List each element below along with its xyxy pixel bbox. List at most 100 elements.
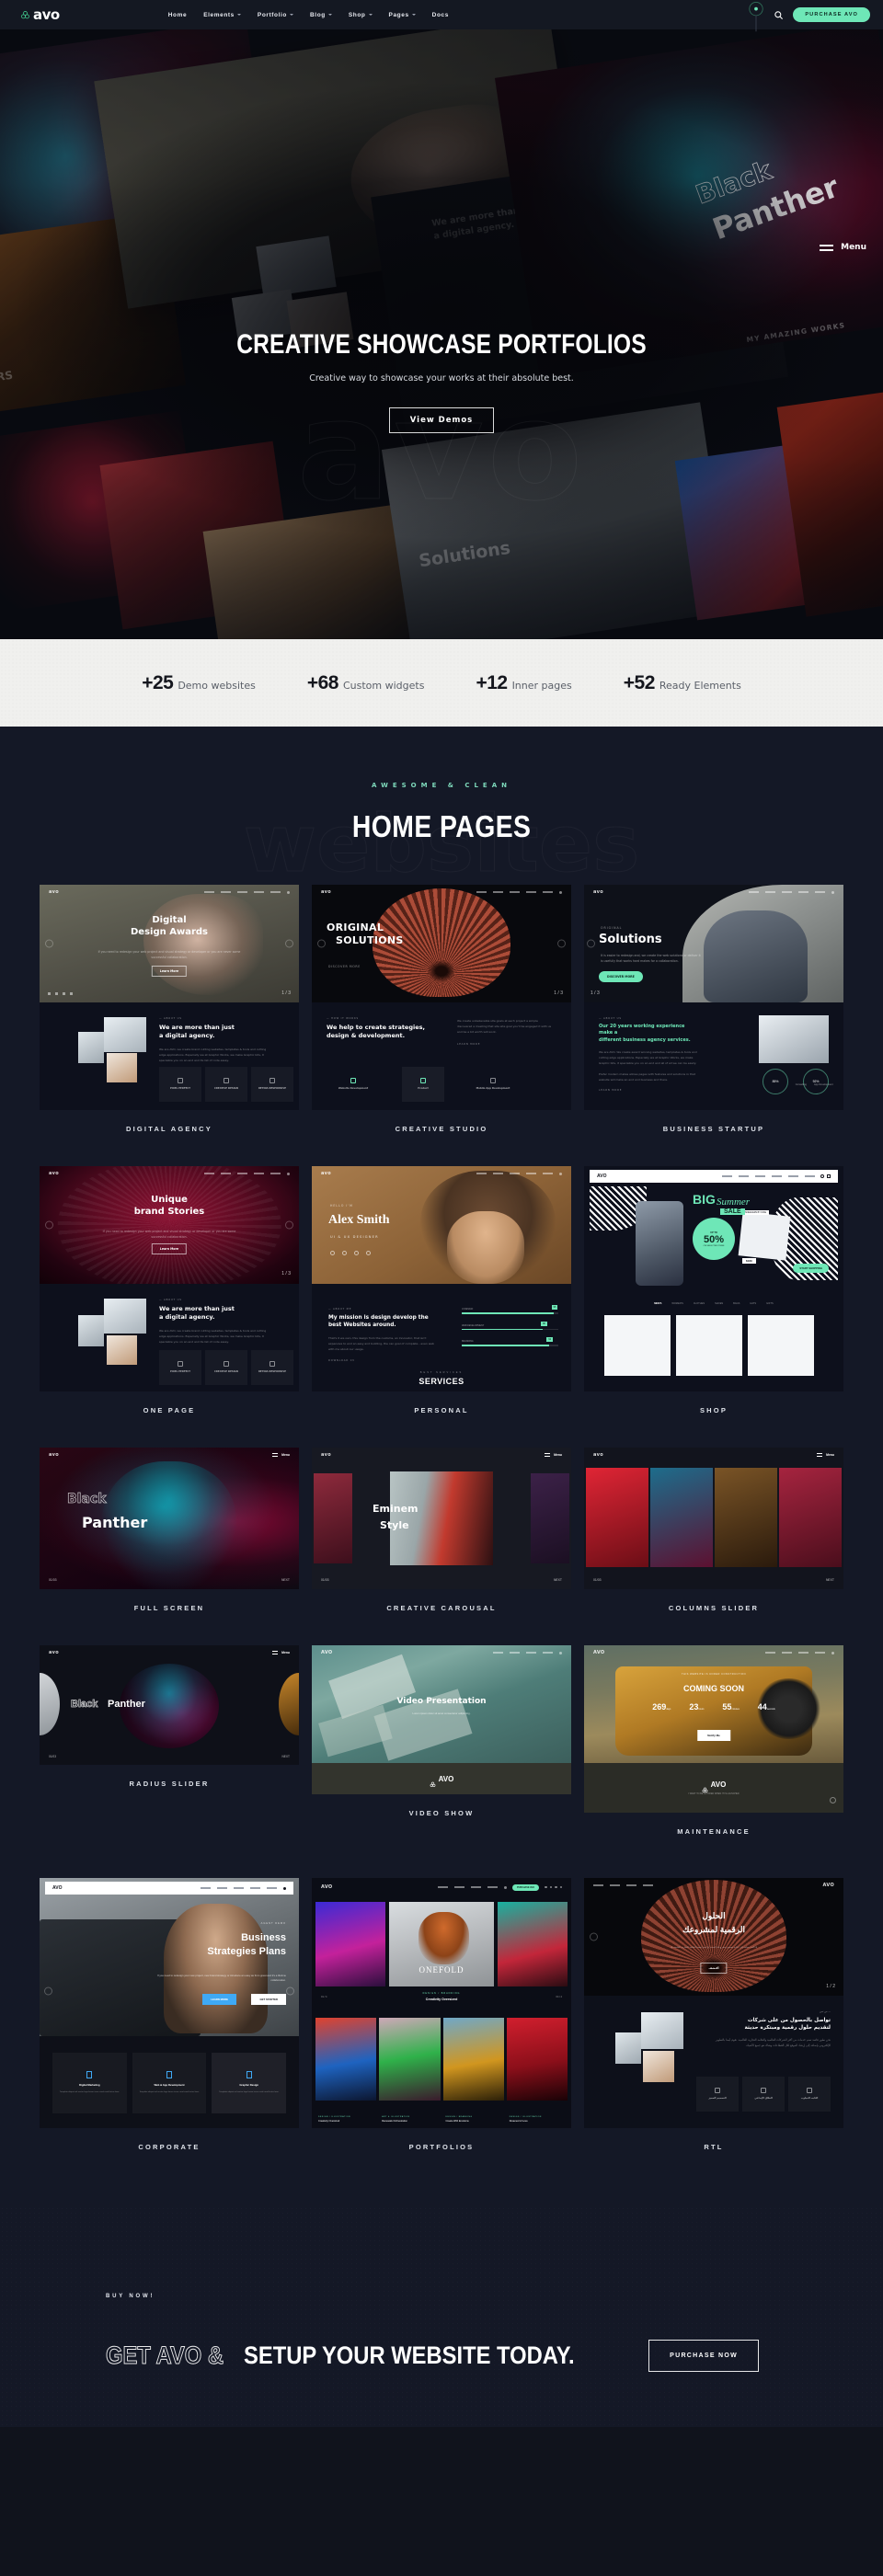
hamburger-icon[interactable]: [272, 1453, 279, 1457]
hero-menu-toggle[interactable]: Menu: [820, 243, 866, 252]
demo-card-personal[interactable]: avo HELLO I'M Alex Smith UI & UX DESIGNE…: [312, 1166, 571, 1414]
category-tab[interactable]: MEN'S: [654, 1302, 661, 1305]
search-icon[interactable]: [774, 10, 784, 20]
category-tab[interactable]: WOMEN'S: [671, 1302, 682, 1305]
demo-thumbnail[interactable]: AVO Video Presentation Lorem ipsum dolor…: [312, 1645, 571, 1794]
mini-purchase-button[interactable]: PURCHASE AVO: [512, 1883, 539, 1891]
category-tab[interactable]: BAGS: [733, 1302, 740, 1305]
slider-column[interactable]: [779, 1468, 842, 1567]
demo-thumbnail[interactable]: avo Menu 01/03 NEXT: [584, 1448, 843, 1589]
portfolio-item[interactable]: [442, 2018, 504, 2101]
slide-prev-preview[interactable]: [40, 1673, 60, 1735]
category-tab[interactable]: SHOES: [715, 1302, 723, 1305]
slider-prev-arrow[interactable]: [45, 1220, 53, 1230]
demo-social-icons[interactable]: [330, 1251, 371, 1255]
demo-card-columns-slider[interactable]: avo Menu 01/03 NEXT COLUMNS SLIDER: [584, 1448, 843, 1612]
notify-me-button[interactable]: Notify Me: [697, 1730, 730, 1741]
slider-next-arrow[interactable]: [285, 1220, 293, 1230]
portfolio-carousel[interactable]: ONEFOLD: [315, 1902, 568, 1986]
demo-about-link[interactable]: LEARN MORE: [599, 1089, 700, 1092]
portfolio-slide-active[interactable]: ONEFOLD: [389, 1902, 494, 1986]
demo-thumbnail[interactable]: avo Unique brand Stories If you need to …: [40, 1166, 299, 1391]
slider-prev-arrow[interactable]: [317, 939, 326, 948]
portfolio-item[interactable]: [379, 2018, 441, 2101]
slider-next-label[interactable]: NEXT: [281, 1578, 290, 1582]
slide-next-preview[interactable]: [279, 1673, 299, 1735]
category-tab[interactable]: CLOTHES: [694, 1302, 705, 1305]
slider-next-label[interactable]: NEXT: [826, 1578, 834, 1582]
demo-card-business-startup[interactable]: avo ORIGINAL Solutions It is easier to r…: [584, 885, 843, 1133]
carousel-side-slide[interactable]: [314, 1473, 352, 1563]
slider-prev-arrow[interactable]: [587, 939, 595, 948]
nav-item-shop[interactable]: Shop: [349, 12, 373, 18]
nav-item-blog[interactable]: Blog: [310, 12, 332, 18]
search-icon[interactable]: [820, 1174, 824, 1178]
slider-column[interactable]: [715, 1468, 777, 1567]
slider-prev-arrow[interactable]: [44, 1986, 52, 1996]
slider-next-arrow[interactable]: [557, 939, 566, 948]
carousel-active-slide[interactable]: [390, 1471, 493, 1565]
product-thumb[interactable]: [676, 1315, 742, 1376]
category-tab[interactable]: HATS: [750, 1302, 756, 1305]
demo-thumbnail[interactable]: avo HELLO I'M Alex Smith UI & UX DESIGNE…: [312, 1166, 571, 1391]
demo-about-link[interactable]: LEARN MORE: [457, 1043, 554, 1046]
demo-hero-button[interactable]: Learn More: [151, 966, 188, 977]
demo-thumbnail[interactable]: AVO الحلول الرقمية لمشروعك إذا كنت بحاجة…: [584, 1878, 843, 2128]
hamburger-icon[interactable]: [545, 1453, 551, 1457]
purchase-avo-button[interactable]: PURCHASE AVO: [793, 7, 870, 22]
demo-thumbnail[interactable]: avo Menu Black Panther 01/03 NEXT: [40, 1645, 299, 1765]
scroll-indicator-icon[interactable]: [830, 1797, 836, 1803]
demo-thumbnail[interactable]: avo Digital Design Awards If you need to…: [40, 885, 299, 1110]
demo-card-digital-agency[interactable]: avo Digital Design Awards If you need to…: [40, 885, 299, 1133]
demo-card-one-page[interactable]: avo Unique brand Stories If you need to …: [40, 1166, 299, 1414]
demo-thumbnail[interactable]: avo ORIGINAL SOLUTIONS DISCOVER MORE 1 /…: [312, 885, 571, 1110]
demo-download-cv-link[interactable]: DOWNLOAD CV: [328, 1359, 434, 1362]
demo-thumbnail[interactable]: AVO THIS WEBSITE IS UNDER CONSTRUCTION C…: [584, 1645, 843, 1813]
nav-item-docs[interactable]: Docs: [432, 12, 449, 18]
demo-thumbnail[interactable]: avo Menu Eminem Style 01/03 NEXT: [312, 1448, 571, 1589]
demo-thumbnail[interactable]: avo Menu Black Panther 01/03 NEXT: [40, 1448, 299, 1589]
slider-column[interactable]: [586, 1468, 648, 1567]
portfolio-slide[interactable]: [315, 1902, 385, 1986]
slider-next-label[interactable]: NEXT: [554, 1578, 562, 1582]
hamburger-icon[interactable]: [817, 1453, 823, 1457]
product-thumb[interactable]: [748, 1315, 814, 1376]
demo-thumbnail[interactable]: avo ORIGINAL Solutions It is easier to r…: [584, 885, 843, 1110]
demo-thumbnail[interactable]: AVO AGENT DEMO Business Strategies Plans…: [40, 1878, 299, 2128]
demo-card-creative-carousal[interactable]: avo Menu Eminem Style 01/03 NEXT CREATIV…: [312, 1448, 571, 1612]
demo-card-creative-studio[interactable]: avo ORIGINAL SOLUTIONS DISCOVER MORE 1 /…: [312, 885, 571, 1133]
shop-category-tabs[interactable]: MEN'S WOMEN'S CLOTHES SHOES BAGS HATS GI…: [584, 1302, 843, 1305]
mini-search-icon[interactable]: [504, 1885, 507, 1889]
demo-thumbnail[interactable]: AVO PURCHASE AVO ONEFOLD DESIGN / BRANDI…: [312, 1878, 571, 2128]
demo-card-corporate[interactable]: AVO AGENT DEMO Business Strategies Plans…: [40, 1878, 299, 2151]
get-started-button[interactable]: GET STARTED: [251, 1994, 286, 2005]
view-demos-button[interactable]: View Demos: [388, 407, 495, 433]
start-shopping-button[interactable]: START SHOPPING: [793, 1264, 829, 1273]
demo-thumbnail[interactable]: AVO UP TO 50% ON SELECTED ITEMS SNEAKERS…: [584, 1166, 843, 1391]
demo-card-shop[interactable]: AVO UP TO 50% ON SELECTED ITEMS SNEAKERS…: [584, 1166, 843, 1414]
demo-card-portfolios[interactable]: AVO PURCHASE AVO ONEFOLD DESIGN / BRANDI…: [312, 1878, 571, 2151]
purchase-now-button[interactable]: PURCHASE NOW: [648, 2340, 760, 2372]
demo-card-rtl[interactable]: AVO الحلول الرقمية لمشروعك إذا كنت بحاجة…: [584, 1878, 843, 2151]
learn-more-button[interactable]: LEARN MORE: [202, 1994, 236, 2005]
demo-card-video-show[interactable]: AVO Video Presentation Lorem ipsum dolor…: [312, 1645, 571, 1836]
category-tab[interactable]: GIFTS: [766, 1302, 774, 1305]
demo-card-full-screen[interactable]: avo Menu Black Panther 01/03 NEXT FULL S…: [40, 1448, 299, 1612]
slider-column[interactable]: [650, 1468, 713, 1567]
nav-item-home[interactable]: Home: [168, 12, 187, 18]
nav-item-pages[interactable]: Pages: [389, 12, 416, 18]
demo-card-radius-slider[interactable]: avo Menu Black Panther 01/03 NEXT RADIUS…: [40, 1645, 299, 1836]
slider-next-arrow[interactable]: [285, 939, 293, 948]
slider-next-arrow[interactable]: [286, 1986, 294, 1996]
cart-icon[interactable]: [827, 1174, 831, 1178]
slider-prev-arrow[interactable]: [590, 1932, 598, 1941]
slider-prev-arrow[interactable]: [45, 939, 53, 948]
search-icon[interactable]: [283, 1886, 286, 1890]
portfolio-slide[interactable]: [498, 1902, 568, 1986]
portfolio-item[interactable]: [315, 2018, 377, 2101]
product-thumb[interactable]: [604, 1315, 671, 1376]
demo-hero-button[interactable]: Learn More: [151, 1243, 188, 1254]
demo-card-maintenance[interactable]: AVO THIS WEBSITE IS UNDER CONSTRUCTION C…: [584, 1645, 843, 1836]
hamburger-icon[interactable]: [272, 1651, 279, 1654]
columns-slider-track[interactable]: [586, 1468, 842, 1567]
